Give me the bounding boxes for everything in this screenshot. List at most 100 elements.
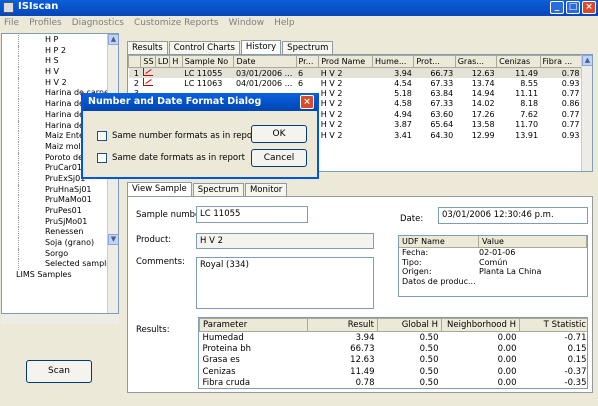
same-number-format-checkbox[interactable] <box>97 131 107 141</box>
tree-item[interactable]: H V 2 <box>18 77 118 89</box>
cell: 0.78 <box>355 378 375 389</box>
table-row[interactable]: 2 LC 11063 04/01/2006 ... 6 H V 2 4.54 6… <box>129 78 582 88</box>
column-header[interactable]: Neighborhood H <box>441 318 520 332</box>
date-field[interactable]: 03/01/2006 12:30:46 p.m. <box>438 207 588 224</box>
cell: 04/01/2006 ... <box>235 78 293 88</box>
tab-control-charts[interactable]: Control Charts <box>168 41 240 54</box>
tab-results[interactable]: Results <box>127 41 168 54</box>
ld-cell <box>155 67 170 78</box>
scan-button[interactable]: Scan <box>26 360 92 383</box>
cell: 11.70 <box>515 120 539 130</box>
column-header[interactable]: Parameter <box>199 318 308 332</box>
column-header[interactable]: Result <box>307 318 378 332</box>
tree-item-selected-samples[interactable]: Selected samples <box>18 259 118 271</box>
cell: Proteina bh <box>202 343 252 354</box>
tree-item[interactable]: Sorgo <box>18 248 118 260</box>
cancel-button[interactable]: Cancel <box>251 149 307 167</box>
tree-item[interactable]: Soja (grano) <box>18 238 118 249</box>
tree-hscrollbar[interactable] <box>1 314 119 324</box>
tree-item[interactable]: H P <box>18 35 118 46</box>
tab-sample-spectrum[interactable]: Spectrum <box>192 183 244 196</box>
column-header[interactable]: LD <box>154 55 171 68</box>
menu-customize-reports[interactable]: Customize Reports <box>134 18 219 31</box>
column-header[interactable]: Prod Name <box>318 55 374 68</box>
column-header[interactable]: Global H <box>377 318 442 332</box>
tree-item-lims-samples[interactable]: LIMS Samples <box>6 270 118 281</box>
minimize-button[interactable]: _ <box>550 1 564 14</box>
cell: 0.00 <box>497 378 517 389</box>
menu-help[interactable]: Help <box>274 18 295 31</box>
cell: 64.30 <box>430 130 454 140</box>
scroll-up-icon[interactable]: ▲ <box>108 34 118 45</box>
maximize-button[interactable]: □ <box>566 1 580 14</box>
udf-name: Fecha: <box>402 248 429 257</box>
scroll-down-icon[interactable]: ▼ <box>108 234 118 245</box>
menu-file[interactable]: File <box>4 18 19 31</box>
cell: 13.74 <box>471 78 495 88</box>
product-label: Product: <box>136 235 172 245</box>
cell: 17.26 <box>471 109 495 119</box>
close-button[interactable]: × <box>582 1 596 14</box>
sample-number-field[interactable]: LC 11055 <box>196 206 308 223</box>
tree-item[interactable]: PruPes01 <box>18 206 118 217</box>
udf-row: Tipo: Común <box>399 258 587 268</box>
tree-item[interactable]: PruSjMo01 <box>18 216 118 228</box>
tree-item[interactable]: Renessen <box>18 227 118 239</box>
tab-view-sample[interactable]: View Sample <box>127 182 192 196</box>
tree-item[interactable]: PruMaMo01 <box>18 195 118 206</box>
table-row[interactable]: Proteina bh 66.73 0.50 0.00 0.15 <box>200 343 588 355</box>
column-header[interactable]: T Statistic <box>519 318 587 332</box>
cell: 4.94 <box>394 109 412 119</box>
comments-field[interactable]: Royal (334) <box>196 257 374 309</box>
tree-item[interactable]: H P 2 <box>18 45 118 57</box>
cell: 3.87 <box>394 120 412 130</box>
tree-item[interactable]: H S <box>18 56 118 68</box>
menu-diagnostics[interactable]: Diagnostics <box>72 18 124 31</box>
column-header[interactable]: Date <box>233 55 297 68</box>
cell: 0.50 <box>419 332 439 343</box>
column-header[interactable]: SS <box>140 55 156 68</box>
menu-window[interactable]: Window <box>229 18 265 31</box>
tree-item[interactable]: H V <box>18 67 118 78</box>
column-header[interactable] <box>128 55 142 68</box>
cell: 66.73 <box>413 67 456 78</box>
table-row[interactable]: Humedad 3.94 0.50 0.00 -0.71 <box>200 332 588 344</box>
cell: 0.00 <box>497 355 517 366</box>
grid-scrollbar[interactable]: ▲ <box>581 55 592 171</box>
column-header[interactable]: H <box>169 55 183 68</box>
column-header[interactable]: Pr... <box>295 55 320 68</box>
tab-monitor[interactable]: Monitor <box>244 183 288 196</box>
udf-row: Fecha: 02-01-06 <box>399 248 587 258</box>
table-row[interactable]: Grasa es 12.63 0.50 0.00 0.15 <box>200 355 588 367</box>
udf-header: UDF Name Value <box>399 236 587 248</box>
scroll-up-icon[interactable]: ▲ <box>582 55 592 66</box>
cell: Fibra cruda <box>202 378 251 389</box>
h-cell <box>170 78 182 88</box>
tree-item[interactable]: PruHnaSj01 <box>18 184 118 196</box>
dialog-close-button[interactable]: × <box>300 95 314 109</box>
column-header[interactable]: Sample No <box>181 55 235 68</box>
menu-profiles[interactable]: Profiles <box>29 18 62 31</box>
column-header[interactable]: Prot... <box>413 55 456 68</box>
cell: 0.50 <box>419 366 439 377</box>
chart-icon <box>142 68 153 76</box>
cell: Humedad <box>202 332 244 343</box>
column-header[interactable]: Fibra ... <box>539 55 583 68</box>
column-header[interactable]: Hume... <box>372 55 415 68</box>
ok-button[interactable]: OK <box>251 125 307 143</box>
cell: 0.78 <box>540 67 582 78</box>
tab-history[interactable]: History <box>240 40 282 54</box>
table-row[interactable]: Fibra cruda 0.78 0.50 0.00 -0.35 <box>200 378 588 389</box>
same-date-format-checkbox[interactable] <box>97 153 107 163</box>
tab-spectrum[interactable]: Spectrum <box>282 41 334 54</box>
results-table: Parameter Result Global H Neighborhood H… <box>198 317 588 389</box>
column-header[interactable]: Gras... <box>454 55 498 68</box>
dialog-title: Number and Date Format Dialog <box>88 96 262 107</box>
cell: 0.00 <box>497 366 517 377</box>
cell: 12.63 <box>350 355 375 366</box>
same-date-format-label[interactable]: Same date formats as in report <box>112 153 245 163</box>
table-row[interactable]: 1 LC 11055 03/01/2006 ... 6 H V 2 3.94 6… <box>128 67 582 78</box>
table-row[interactable]: Cenizas 11.49 0.50 0.00 -0.37 <box>200 366 588 378</box>
column-header[interactable]: Cenizas <box>496 55 541 68</box>
same-number-format-label[interactable]: Same number formats as in report <box>112 131 259 141</box>
